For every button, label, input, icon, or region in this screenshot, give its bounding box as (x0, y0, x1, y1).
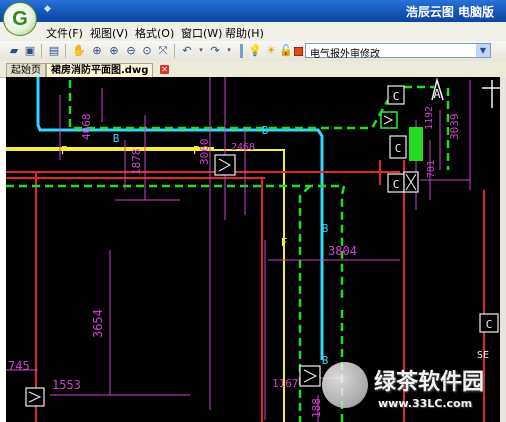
axis-label-a: A (433, 87, 441, 101)
zoom-in-icon[interactable]: ⊕ (107, 44, 121, 57)
white-lines (431, 77, 500, 108)
layer-select-value: 电气报外审修改 (310, 49, 380, 60)
zoom-extents-icon[interactable]: ⤧ (156, 44, 170, 57)
watermark-url: www.33LC.com (378, 397, 473, 410)
system-menu-icon[interactable]: ◆ (44, 4, 51, 14)
equipment-label-c: C (393, 178, 400, 191)
watermark-logo-icon (322, 362, 368, 408)
dimension-text: 1192 (424, 106, 435, 130)
dimension-text: 781 (426, 160, 437, 178)
title-bar: ◆ 浩辰云图 电脑版 (0, 0, 506, 22)
zoom-out-icon[interactable]: ⊖ (124, 44, 138, 57)
redo-icon[interactable]: ↷ (208, 44, 222, 57)
pan-hand-icon[interactable]: ✋ (72, 44, 86, 57)
undo-dropdown-icon[interactable]: ▾ (194, 44, 208, 57)
print-icon[interactable]: ▤ (47, 44, 61, 57)
dimension-text: 745 (8, 359, 30, 373)
pipe-label-f: F (61, 144, 68, 157)
menu-bar: 文件(F) 视图(V) 格式(O) 窗口(W) 帮助(H) (0, 22, 506, 42)
watermark: 绿茶软件园 www.33LC.com (318, 360, 504, 420)
dimension-text: 2468 (231, 142, 255, 153)
toolbar-separator (174, 44, 175, 58)
menu-format[interactable]: 格式(O) (135, 25, 174, 41)
dimension-text: 3060 (198, 139, 211, 166)
tab-start-page[interactable]: 起始页 (6, 63, 46, 77)
menu-window[interactable]: 窗口(W) (181, 25, 222, 41)
layer-color-icon[interactable] (293, 46, 304, 57)
dimension-text: 1878 (130, 149, 143, 176)
dimension-text: 1553 (52, 378, 81, 392)
app-logo-icon[interactable]: G (3, 2, 37, 36)
toolbar-separator (41, 44, 42, 58)
layer-select[interactable]: 电气报外审修改 ▼ (305, 43, 491, 60)
toolbar-separator (65, 44, 66, 58)
toolbar-separator (240, 44, 243, 58)
dimension-text: 1167 (272, 377, 299, 390)
tab-drawing-file[interactable]: 裙房消防平面图.dwg (46, 63, 154, 77)
toolbar: ▰ ▣ ▤ ✋ ⊕ ⊕ ⊖ ⊙ ⤧ ↶ ▾ ↷ ▾ 💡 ☀ 🔓 电气报外审修改 … (0, 41, 506, 62)
equipment-label-c: C (393, 90, 400, 103)
document-tab-bar: 起始页 裙房消防平面图.dwg ✕ (0, 61, 506, 78)
save-icon[interactable]: ▣ (23, 44, 37, 57)
redo-dropdown-icon[interactable]: ▾ (222, 44, 236, 57)
menu-help[interactable]: 帮助(H) (225, 25, 264, 41)
watermark-brand: 绿茶软件园 (374, 370, 485, 395)
menu-file[interactable]: 文件(F) (46, 25, 83, 41)
chevron-down-icon[interactable]: ▼ (476, 44, 490, 57)
green-equipment-block (409, 127, 423, 161)
layer-freeze-sun-icon[interactable]: ☀ (264, 44, 278, 57)
pipe-label-b: B (322, 222, 329, 235)
layer-lock-icon[interactable]: 🔓 (279, 44, 293, 57)
pipe-label-b: B (113, 132, 120, 145)
equipment-label-c: C (395, 142, 402, 155)
close-tab-icon[interactable]: ✕ (160, 65, 169, 74)
zoom-window-icon[interactable]: ⊕ (90, 44, 104, 57)
dimension-text: 4068 (80, 114, 93, 141)
undo-icon[interactable]: ↶ (180, 44, 194, 57)
equipment-label-c: C (486, 318, 493, 331)
dimension-text: 3654 (91, 309, 105, 338)
zoom-realtime-icon[interactable]: ⊙ (140, 44, 154, 57)
layer-on-bulb-icon[interactable]: 💡 (248, 44, 262, 57)
window-title: 浩辰云图 电脑版 (405, 5, 494, 19)
menu-view[interactable]: 视图(V) (90, 25, 128, 41)
pipe-label-f: F (281, 236, 288, 249)
dimension-text: 3804 (328, 244, 357, 258)
pipe-label-b: B (262, 124, 269, 137)
dimension-text: 3039 (448, 114, 461, 141)
open-folder-icon[interactable]: ▰ (7, 44, 21, 57)
